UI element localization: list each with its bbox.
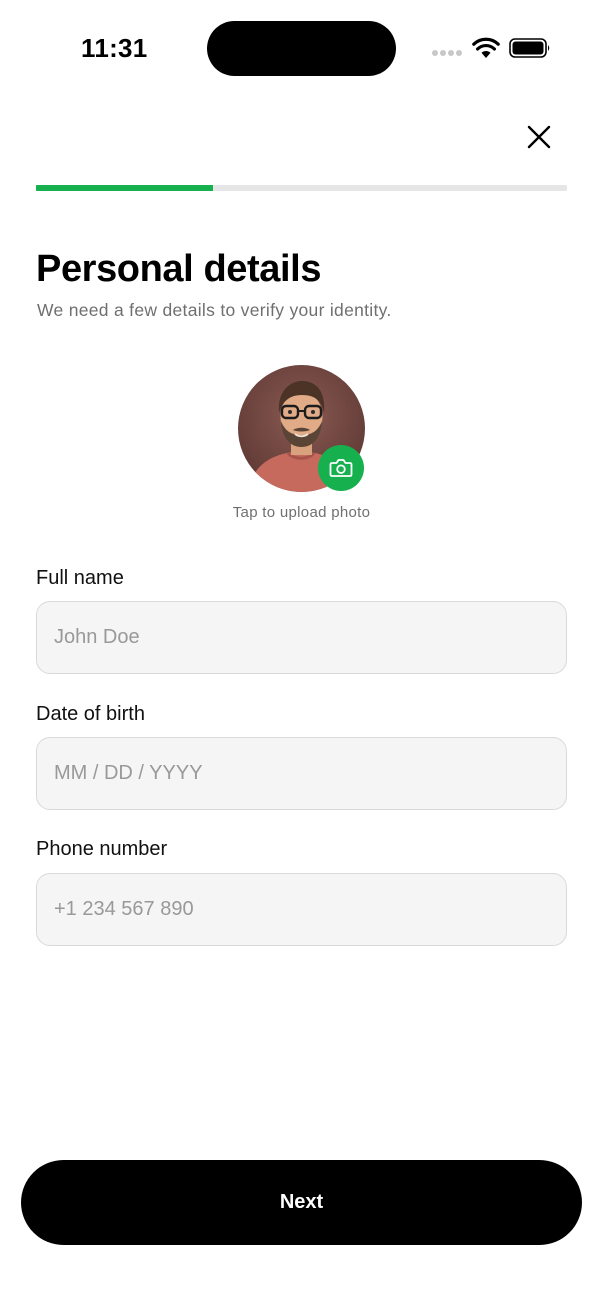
camera-upload-button[interactable] [318,445,364,491]
upload-photo-caption: Tap to upload photo [232,504,371,521]
profile-photo-upload[interactable] [238,365,365,492]
phone-number-input[interactable] [36,873,567,946]
progress-fill [36,185,213,191]
wifi-icon [472,37,500,58]
dynamic-island [207,21,396,76]
phone-number-label: Phone number [36,838,168,860]
status-time: 11:31 [81,33,148,63]
camera-icon [329,459,353,477]
status-bar: 11:31 [0,0,603,96]
date-of-birth-input[interactable] [36,737,567,810]
full-name-label: Full name [36,567,124,589]
date-of-birth-label: Date of birth [36,703,145,725]
battery-icon [509,38,550,58]
cellular-signal-icon [432,50,462,58]
close-icon [527,125,551,149]
progress-bar [36,185,567,191]
full-name-input[interactable] [36,601,567,674]
close-button[interactable] [520,118,558,156]
next-button[interactable]: Next [21,1160,582,1245]
page-title: Personal details [36,248,322,290]
page-subtitle: We need a few details to verify your ide… [37,300,392,320]
